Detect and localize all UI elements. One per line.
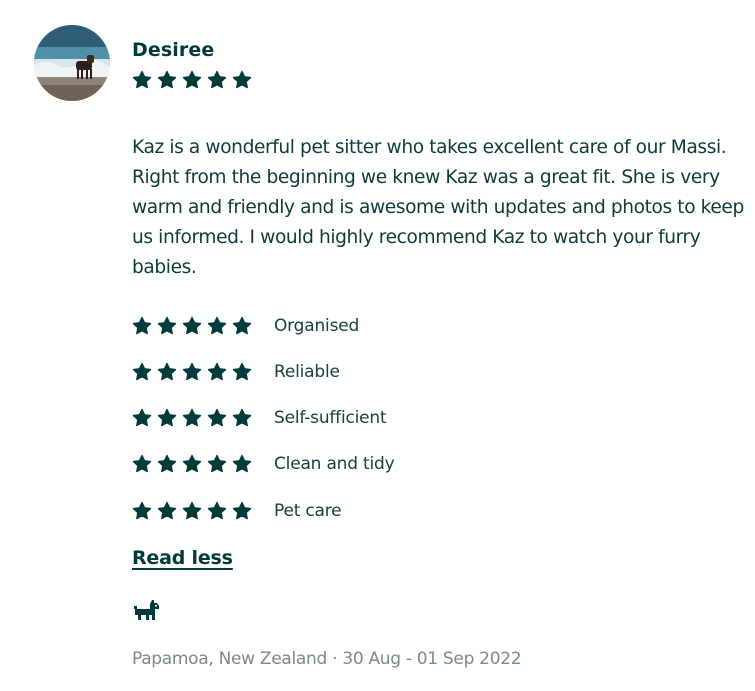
star-icon <box>182 501 202 520</box>
star-icon <box>232 408 252 427</box>
star-icon <box>207 501 227 520</box>
rating-row-organised: Organised <box>132 315 359 337</box>
overall-rating-stars <box>132 70 252 90</box>
avatar-photo <box>34 25 110 101</box>
rating-label: Self-sufficient <box>274 408 387 428</box>
star-icon <box>207 70 227 89</box>
star-icon <box>132 316 152 335</box>
star-icon <box>232 70 252 89</box>
rating-label: Clean and tidy <box>274 454 395 474</box>
star-icon <box>182 316 202 335</box>
star-icon <box>182 454 202 473</box>
rating-label: Organised <box>274 316 360 336</box>
stay-location-dates: Papamoa, New Zealand · 30 Aug - 01 Sep 2… <box>132 649 522 669</box>
star-icon <box>157 454 177 473</box>
star-icon <box>232 501 252 520</box>
avatar <box>34 25 110 101</box>
rating-label: Reliable <box>274 362 340 382</box>
rating-label: Pet care <box>274 501 342 521</box>
star-icon <box>157 501 177 520</box>
review-text: Kaz is a wonderful pet sitter who takes … <box>132 137 744 278</box>
star-icon <box>182 362 202 381</box>
rating-row-pet-care: Pet care <box>132 500 342 522</box>
star-icon <box>207 454 227 473</box>
star-icon <box>157 70 177 89</box>
star-icon <box>157 362 177 381</box>
star-icon <box>132 454 152 473</box>
dog-icon <box>133 598 161 622</box>
star-icon <box>132 70 152 89</box>
star-icon <box>207 316 227 335</box>
rating-stars <box>132 316 252 336</box>
star-icon <box>157 316 177 335</box>
star-icon <box>157 408 177 427</box>
rating-stars <box>132 454 252 474</box>
rating-stars <box>132 501 252 521</box>
read-less-link[interactable]: Read less <box>132 546 233 570</box>
star-icon <box>132 408 152 427</box>
star-icon <box>232 362 252 381</box>
star-icon <box>207 362 227 381</box>
star-icon <box>132 362 152 381</box>
rating-stars <box>132 408 252 428</box>
star-icon <box>207 408 227 427</box>
reviewer-name: Desiree <box>132 39 215 61</box>
rating-stars <box>132 362 252 382</box>
rating-row-self-sufficient: Self-sufficient <box>132 407 387 429</box>
star-icon <box>132 501 152 520</box>
star-icon <box>232 316 252 335</box>
rating-row-reliable: Reliable <box>132 361 340 383</box>
star-icon <box>182 70 202 89</box>
star-icon <box>182 408 202 427</box>
rating-row-clean-and-tidy: Clean and tidy <box>132 453 395 475</box>
star-icon <box>232 454 252 473</box>
